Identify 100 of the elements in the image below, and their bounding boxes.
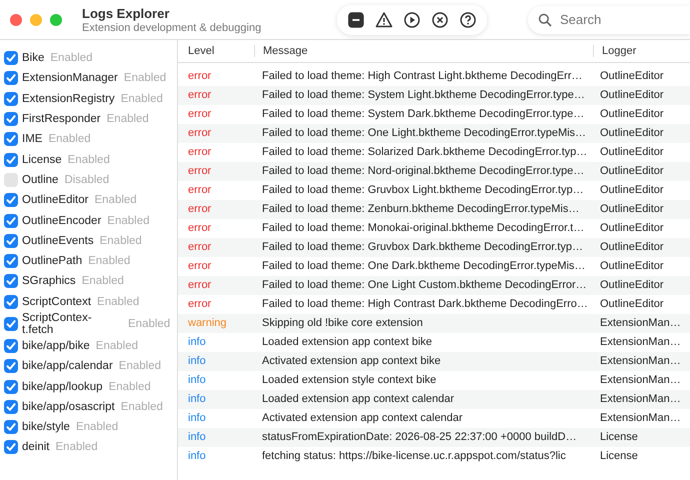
logger-status: Enabled — [118, 360, 162, 372]
checkbox[interactable] — [4, 193, 18, 208]
logger-cell-text: OutlineEditor — [599, 240, 665, 255]
column-header[interactable]: Message — [254, 45, 593, 57]
checkbox[interactable] — [4, 132, 18, 146]
level-cell-text: info — [187, 411, 207, 426]
level-cell-text: error — [187, 202, 212, 217]
logger-name: ExtensionManager — [22, 72, 118, 84]
message-cell-text: Failed to load theme: Monokai-original.bktheme DecodingError.t… — [261, 221, 586, 236]
zoom-window-button[interactable] — [50, 14, 62, 26]
checkbox[interactable] — [4, 440, 18, 454]
column-header[interactable]: Logger — [593, 45, 690, 57]
message-cell-text: Loaded extension app context calendar — [261, 392, 456, 407]
logger-status: Enabled — [94, 194, 137, 206]
logger-cell-text: ExtensionMan… — [599, 316, 682, 331]
logger-name: License — [22, 154, 62, 166]
logger-name: deinit — [22, 441, 50, 454]
checkbox[interactable] — [4, 359, 18, 374]
logger-name: OutlineEvents — [22, 234, 94, 247]
message-cell-text: Failed to load theme: Nord-original.bktheme DecodingError.type… — [261, 164, 586, 179]
logger-name: OutlineEditor — [22, 194, 88, 206]
checkbox[interactable] — [4, 92, 18, 106]
logger-status: Enabled — [106, 113, 149, 126]
logger-name: OutlineEncoder — [22, 214, 102, 227]
level-cell-text: info — [187, 335, 207, 350]
logger-status: Enabled — [50, 52, 93, 64]
checkbox[interactable] — [4, 400, 18, 414]
logger-cell-text: License — [599, 430, 639, 445]
window-title: Logs Explorer — [82, 6, 170, 20]
checkbox[interactable] — [4, 71, 18, 86]
logger-name: ScriptContext — [22, 296, 92, 308]
logger-cell-text: OutlineEditor — [599, 88, 665, 103]
logger-name: ExtensionRegistry — [22, 92, 115, 105]
logger-name: bike/app/calendar — [22, 360, 113, 372]
level-cell-text: error — [187, 107, 212, 122]
level-cell-text: error — [187, 221, 212, 236]
message-cell-text: Failed to load theme: High Contrast Light.bktheme DecodingErr… — [261, 69, 584, 84]
level-cell-text: error — [187, 240, 212, 255]
logger-name: bike/app/bike — [22, 340, 90, 352]
message-cell-text: Skipping old !bike core extension — [261, 316, 424, 331]
level-cell-text: error — [187, 259, 212, 274]
checkbox[interactable] — [4, 51, 18, 66]
logger-cell-text: License — [599, 449, 639, 464]
logger-status: Enabled — [124, 72, 166, 84]
message-cell-text: fetching status: https://bike-license.uc.r.appspot.com/status?lic — [261, 449, 567, 464]
message-cell-text: Failed to load theme: One Dark.bktheme DecodingError.typeMis… — [261, 259, 586, 274]
level-cell-text: info — [187, 354, 207, 369]
logger-name: bike/style — [22, 421, 70, 434]
logger-cell-text: OutlineEditor — [599, 259, 665, 274]
level-cell-text: error — [187, 69, 212, 84]
level-cell-text: error — [187, 278, 212, 293]
checkbox[interactable] — [4, 294, 18, 309]
level-cell-text: warning — [187, 316, 228, 331]
checkbox[interactable] — [4, 339, 18, 353]
logger-cell-text: ExtensionMan… — [599, 373, 682, 388]
checkbox[interactable] — [4, 234, 18, 248]
level-cell-text: error — [187, 297, 212, 312]
column-header[interactable]: Level — [178, 45, 254, 57]
message-cell-text: Failed to load theme: System Light.bktheme DecodingError.type… — [261, 88, 586, 103]
logger-name: bike/app/lookup — [22, 380, 103, 393]
level-cell-text: info — [187, 373, 207, 388]
logger-status: Enabled — [128, 318, 170, 330]
message-cell-text: statusFromExpirationDate: 2026-08-25 22:37:00 +0000 buildD… — [261, 430, 578, 445]
logger-cell-text: OutlineEditor — [599, 278, 665, 293]
logger-name: FirstResponder — [22, 113, 101, 126]
logger-status: Enabled — [76, 421, 118, 434]
logger-name: Outline — [22, 174, 58, 186]
checkbox[interactable] — [4, 214, 18, 228]
window-subtitle: Extension development & debugging — [82, 22, 262, 34]
logger-cell-text: OutlineEditor — [599, 164, 665, 179]
logger-cell-text: ExtensionMan… — [599, 335, 682, 350]
level-cell-text: info — [187, 392, 207, 407]
checkbox[interactable] — [4, 420, 18, 434]
logger-status: Enabled — [96, 340, 138, 352]
checkbox[interactable] — [4, 380, 18, 394]
checkbox[interactable] — [4, 112, 18, 126]
message-cell-text: Failed to load theme: Gruvbox Dark.bktheme DecodingError.typ… — [261, 240, 584, 255]
checkbox[interactable] — [4, 152, 18, 167]
checkbox[interactable] — [4, 254, 18, 268]
checkbox[interactable] — [4, 316, 18, 331]
logger-name: SGraphics — [22, 275, 76, 288]
logger-status: Enabled — [56, 441, 98, 454]
logger-name: ScriptContex-t.fetch — [22, 312, 93, 336]
level-cell-text: info — [187, 430, 207, 445]
close-window-button[interactable] — [10, 14, 22, 26]
checkbox[interactable] — [4, 274, 18, 288]
search-field[interactable]: Search — [528, 6, 690, 34]
logger-status: Enabled — [107, 214, 150, 227]
level-cell-text: error — [187, 126, 212, 141]
message-cell-text: Failed to load theme: High Contrast Dark.bktheme DecodingErro… — [261, 297, 589, 312]
logger-name: OutlinePath — [22, 255, 82, 268]
logger-cell-text: OutlineEditor — [599, 183, 665, 198]
logger-name: bike/app/osascript — [22, 400, 115, 413]
checkbox[interactable] — [4, 172, 18, 187]
logger-status: Enabled — [88, 255, 130, 268]
message-cell-text: Loaded extension style context bike — [261, 373, 438, 388]
logger-status: Disabled — [64, 174, 110, 186]
logger-cell-text: ExtensionMan… — [599, 411, 682, 426]
logger-cell-text: OutlineEditor — [599, 297, 665, 312]
message-cell-text: Failed to load theme: One Light.bktheme DecodingError.typeMis… — [261, 126, 588, 141]
